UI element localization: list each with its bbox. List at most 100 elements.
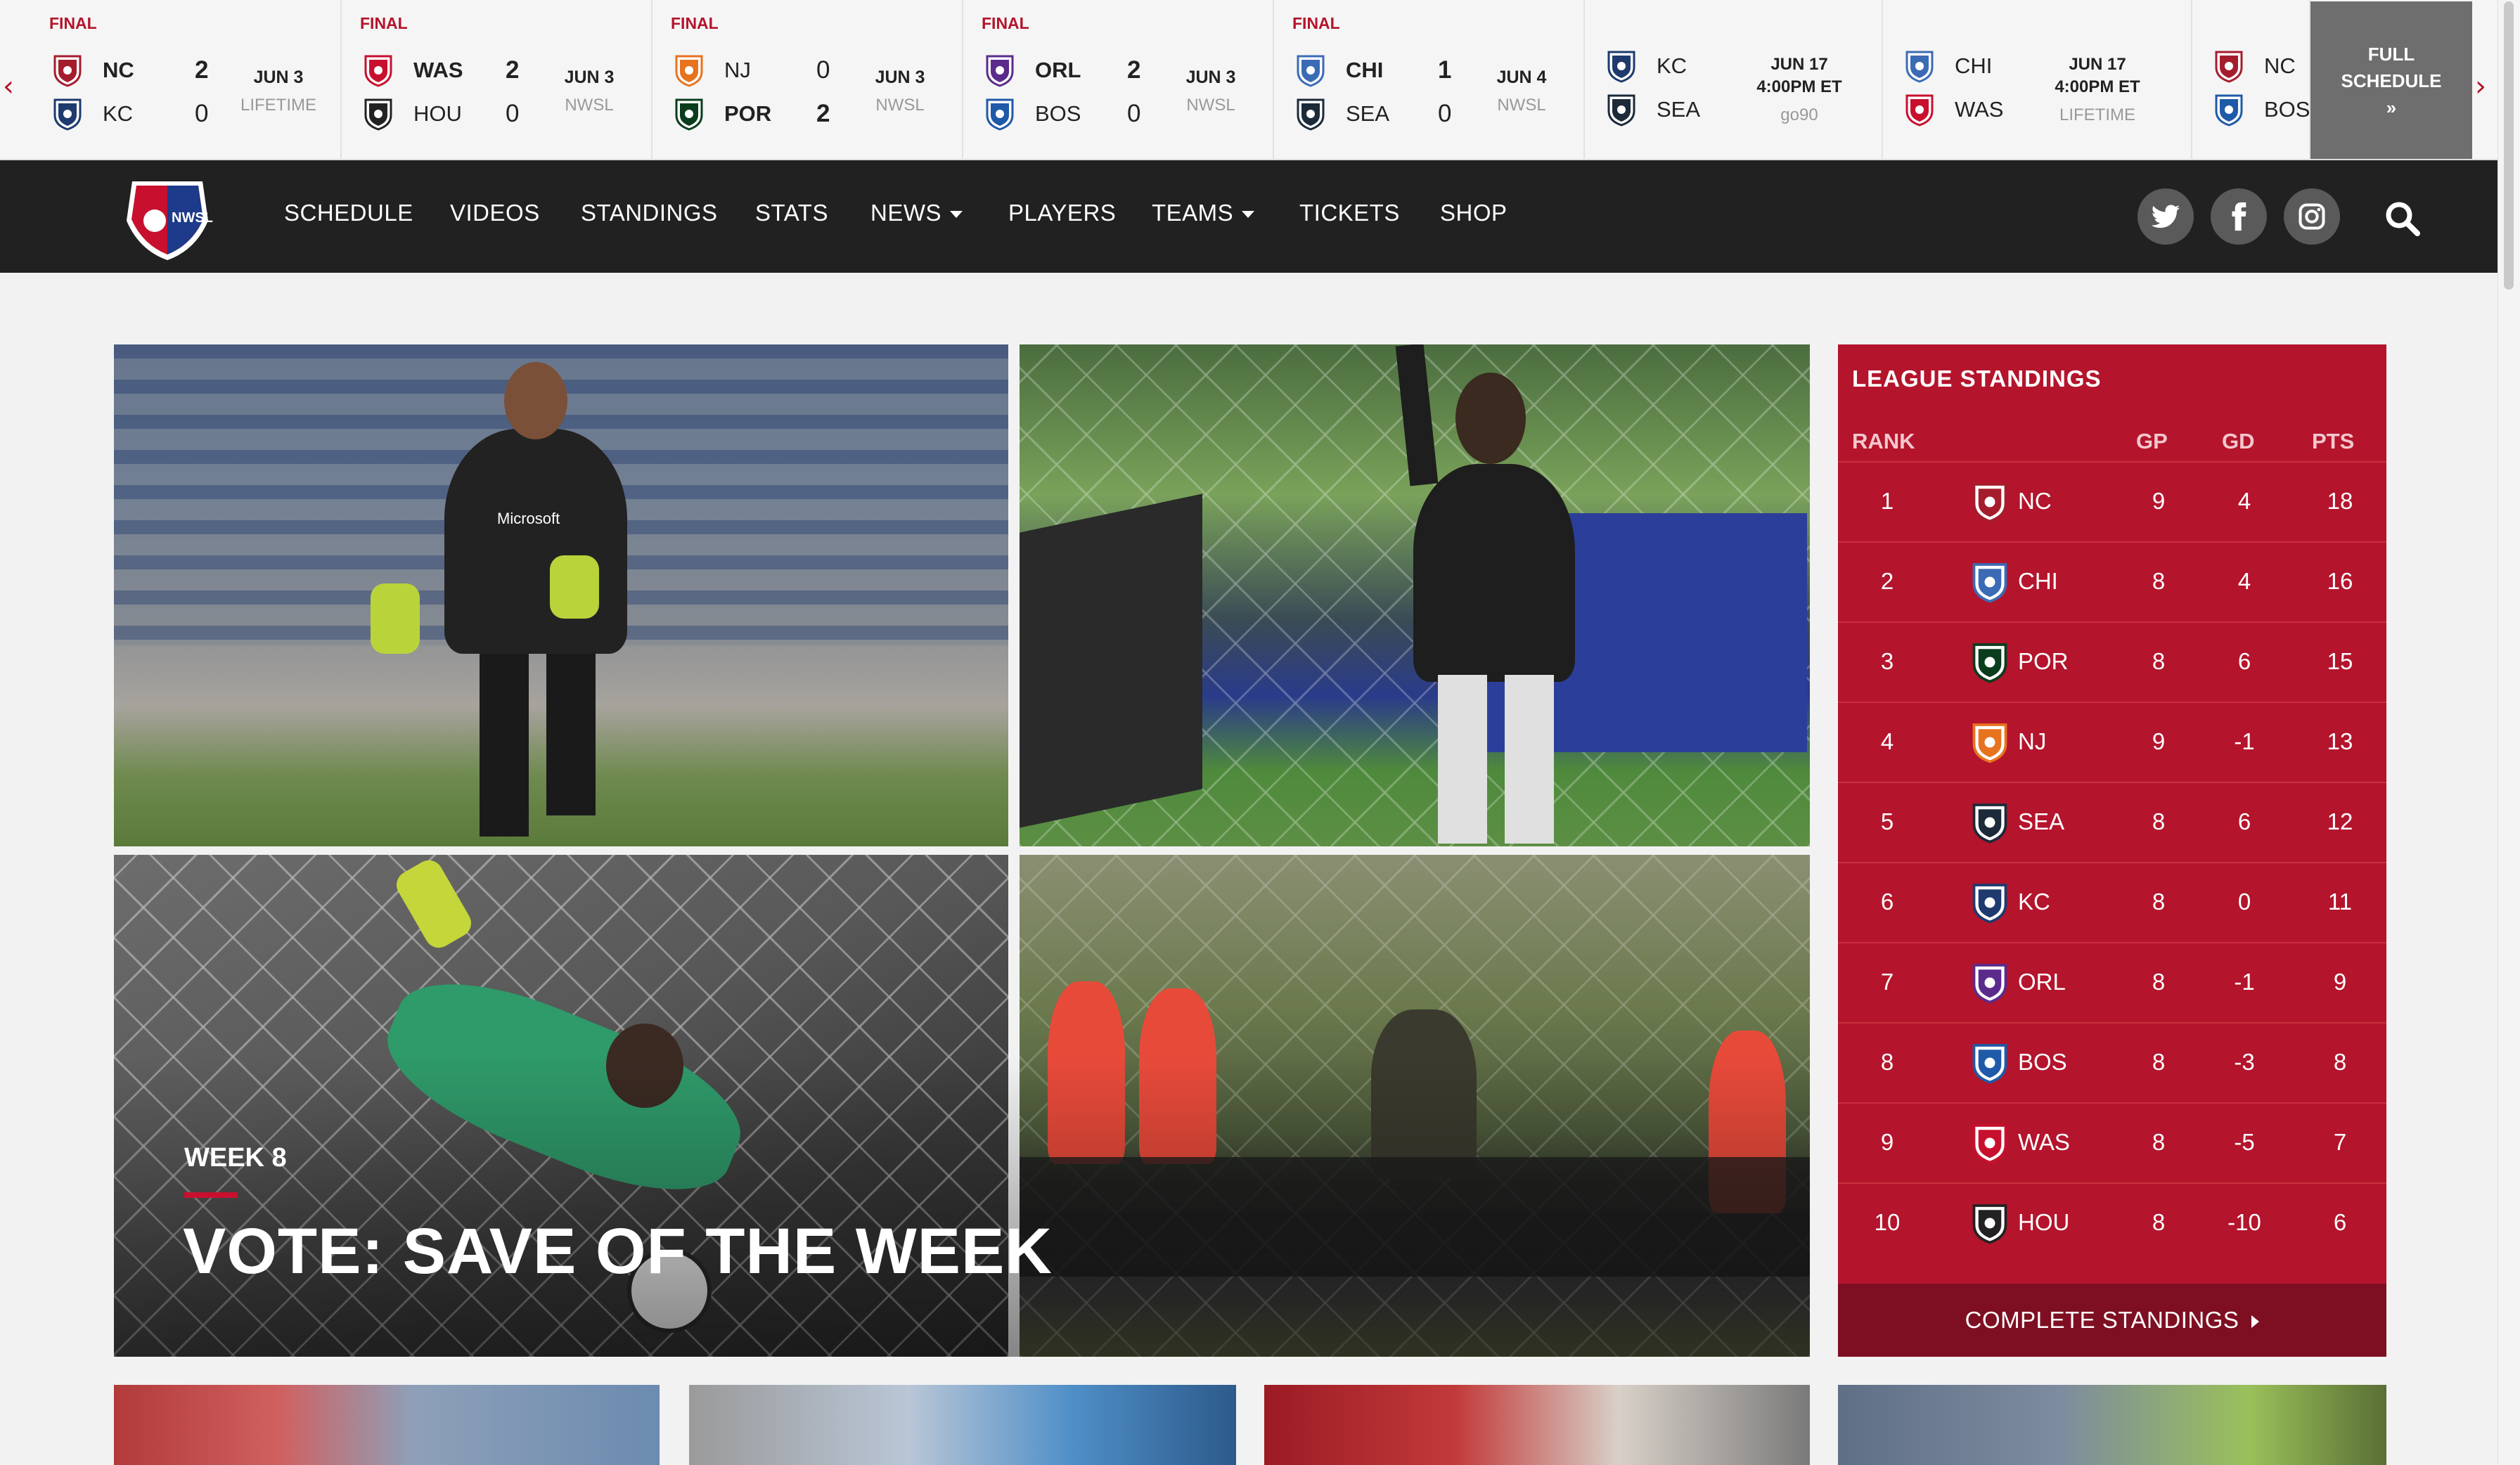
standings-gd: -1 — [2234, 969, 2255, 995]
standings-pts: 16 — [2327, 568, 2353, 594]
standings-header-rank: RANK — [1852, 429, 1915, 453]
nav-item-label: SHOP — [1440, 200, 1508, 226]
game-time: 4:00PM ET — [1756, 77, 1842, 96]
game-status: FINAL — [671, 14, 719, 32]
game-date: JUN 3 — [1185, 67, 1236, 87]
away-team-score: 0 — [1127, 100, 1141, 127]
home-team-name: NC — [103, 58, 134, 82]
standings-gp: 8 — [2152, 568, 2166, 594]
hero-photo-goalkeeper-1[interactable]: Microsoft — [114, 344, 1008, 846]
nwsl-logo[interactable]: NWSL — [118, 172, 217, 263]
game-date-time: JUN 17 4:00PM ET — [1732, 53, 1866, 98]
standings-row[interactable]: 1 NC 9 4 18 — [1838, 461, 2386, 541]
team-crest-icon — [1903, 93, 1936, 127]
nav-item-tickets[interactable]: TICKETS — [1299, 200, 1400, 226]
standings-gd: 0 — [2237, 889, 2251, 915]
facebook-icon[interactable] — [2211, 188, 2267, 245]
full-schedule-label-1: FULL — [2367, 44, 2415, 65]
team-crest-icon — [361, 53, 395, 87]
nav-item-videos[interactable]: VIDEOS — [450, 200, 540, 226]
home-team-name: KC — [1657, 53, 1688, 78]
home-team-score: 2 — [1127, 56, 1141, 84]
team-crest-icon — [1969, 1122, 2011, 1164]
game-status: FINAL — [49, 14, 97, 32]
nav-item-label: TICKETS — [1299, 200, 1400, 226]
final-game-card[interactable]: FINAL NJ 0 POR 2 JUN 3 NWSL — [652, 0, 963, 160]
standings-row[interactable]: 2 CHI 8 4 16 — [1838, 541, 2386, 621]
standings-team: BOS — [2018, 1049, 2067, 1075]
team-crest-icon — [672, 53, 706, 87]
standings-row[interactable]: 6 KC 8 0 11 — [1838, 862, 2386, 942]
ticker-next-arrow-icon[interactable]: › — [2475, 70, 2486, 103]
standings-gd: 6 — [2237, 808, 2251, 834]
nav-item-schedule[interactable]: SCHEDULE — [284, 200, 413, 226]
nav-item-standings[interactable]: STANDINGS — [581, 200, 718, 226]
news-thumbnail-2[interactable] — [689, 1385, 1236, 1465]
game-network: NWSL — [875, 96, 925, 115]
search-icon[interactable] — [2382, 191, 2424, 240]
standings-row[interactable]: 5 SEA 8 6 12 — [1838, 782, 2386, 862]
standings-row[interactable]: 10 HOU 8 -10 6 — [1838, 1182, 2386, 1263]
nav-item-teams[interactable]: TEAMS — [1152, 200, 1255, 226]
standings-gd: -3 — [2234, 1049, 2255, 1075]
hero-headline[interactable]: VOTE: SAVE OF THE WEEK — [183, 1215, 1053, 1289]
game-date: JUN 3 — [253, 67, 304, 87]
away-team-score: 2 — [816, 100, 830, 127]
final-game-card[interactable]: FINAL NC 2 KC 0 JUN 3 LIFETIME — [31, 0, 342, 160]
standings-row[interactable]: 8 BOS 8 -3 8 — [1838, 1022, 2386, 1102]
team-crest-icon — [1969, 561, 2011, 603]
nav-item-label: STATS — [755, 200, 828, 226]
home-team-name: ORL — [1035, 58, 1081, 82]
standings-rank: 3 — [1880, 648, 1894, 674]
away-team-name: SEA — [1657, 97, 1701, 122]
home-team-row: NC 2 — [51, 49, 219, 91]
standings-row[interactable]: 9 WAS 8 -5 7 — [1838, 1102, 2386, 1182]
upcoming-game-card[interactable]: KC SEA JUN 17 4:00PM ET go90 — [1585, 0, 1883, 160]
news-thumbnail-4[interactable] — [1838, 1385, 2386, 1465]
home-team-score: 1 — [1438, 56, 1452, 84]
complete-standings-button[interactable]: COMPLETE STANDINGS — [1838, 1284, 2386, 1357]
nav-item-shop[interactable]: SHOP — [1440, 200, 1508, 226]
game-date: JUN 3 — [564, 67, 615, 87]
standings-gp: 9 — [2152, 728, 2166, 754]
away-team-name: BOS — [2264, 97, 2310, 122]
away-team-name: KC — [103, 101, 134, 126]
final-game-card[interactable]: FINAL CHI 1 SEA 0 JUN 4 NWSL — [1274, 0, 1585, 160]
scrollbar-thumb[interactable] — [2504, 1, 2514, 290]
team-crest-icon — [1969, 801, 2011, 844]
team-crest-icon — [1969, 481, 2011, 523]
twitter-icon[interactable] — [2138, 188, 2194, 245]
news-thumbnail-1[interactable] — [114, 1385, 660, 1465]
nav-item-players[interactable]: PLAYERS — [1008, 200, 1116, 226]
game-network: NWSL — [1497, 96, 1546, 115]
nav-item-stats[interactable]: STATS — [755, 200, 828, 226]
page-scrollbar[interactable] — [2498, 0, 2520, 1465]
standings-row[interactable]: 4 NJ 9 -1 13 — [1838, 702, 2386, 782]
nav-item-news[interactable]: NEWS — [870, 200, 963, 226]
standings-row[interactable]: 3 POR 8 6 15 — [1838, 621, 2386, 702]
upcoming-game-card[interactable]: NC BOS — [2192, 0, 2310, 160]
game-network: LIFETIME — [240, 96, 316, 115]
standings-row[interactable]: 7 ORL 8 -1 9 — [1838, 942, 2386, 1022]
full-schedule-button[interactable]: FULL SCHEDULE » — [2310, 1, 2472, 159]
standings-gd: 4 — [2237, 488, 2251, 514]
upcoming-game-card[interactable]: CHI WAS JUN 17 4:00PM ET LIFETIME — [1883, 0, 2192, 160]
standings-gd: -10 — [2228, 1209, 2261, 1235]
away-team-score: 0 — [1438, 100, 1452, 127]
standings-gd: 4 — [2237, 568, 2251, 594]
nav-item-label: TEAMS — [1152, 200, 1234, 226]
final-game-card[interactable]: FINAL WAS 2 HOU 0 JUN 3 NWSL — [342, 0, 652, 160]
caret-down-icon — [950, 211, 963, 219]
instagram-icon[interactable] — [2284, 188, 2340, 245]
news-thumbnail-3[interactable] — [1264, 1385, 1810, 1465]
away-team-name: POR — [724, 101, 772, 126]
home-team-score: 2 — [195, 56, 209, 84]
standings-pts: 11 — [2327, 889, 2353, 915]
ticker-prev-arrow-icon[interactable]: ‹ — [3, 70, 14, 103]
final-game-card[interactable]: FINAL ORL 2 BOS 0 JUN 3 NWSL — [963, 0, 1274, 160]
away-team-name: HOU — [413, 101, 462, 126]
standings-rank: 1 — [1880, 488, 1894, 514]
standings-team: HOU — [2018, 1209, 2070, 1235]
standings-rank: 4 — [1880, 728, 1894, 754]
hero-photo-goalkeeper-2[interactable] — [1020, 344, 1810, 846]
